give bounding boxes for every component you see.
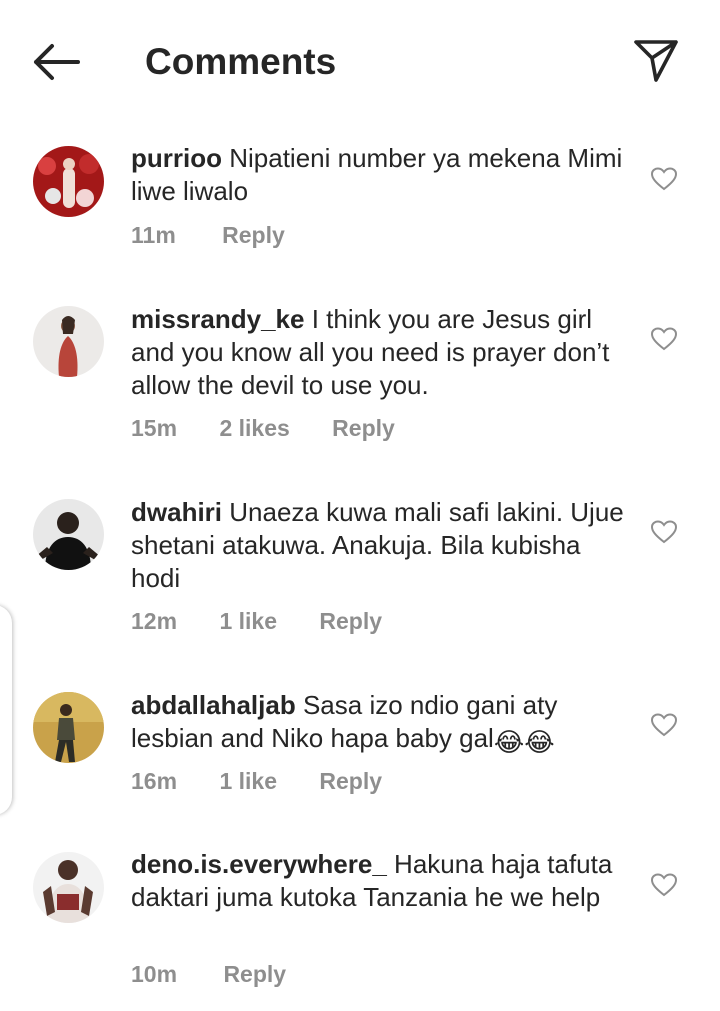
- avatar[interactable]: [33, 499, 104, 570]
- comment-username[interactable]: abdallahaljab: [131, 690, 296, 720]
- avatar[interactable]: [33, 692, 104, 763]
- comment-username[interactable]: missrandy_ke: [131, 304, 304, 334]
- side-drawer-handle[interactable]: [0, 605, 12, 815]
- reply-button[interactable]: Reply: [319, 608, 382, 634]
- heart-icon[interactable]: [651, 520, 677, 544]
- comment-username[interactable]: deno.is.everywhere_: [131, 849, 387, 879]
- heart-icon[interactable]: [651, 327, 677, 351]
- comment-time: 16m: [131, 768, 178, 794]
- laughing-emoji: 😂😂: [493, 727, 555, 757]
- paper-plane-icon[interactable]: [630, 36, 682, 84]
- heart-icon[interactable]: [651, 713, 677, 737]
- comment-time: 12m: [131, 608, 178, 634]
- avatar[interactable]: [33, 852, 104, 923]
- top-bar: Comments: [0, 0, 720, 120]
- likes-count[interactable]: 1 like: [219, 768, 277, 794]
- likes-count[interactable]: 2 likes: [219, 415, 289, 441]
- page-title: Comments: [145, 41, 337, 82]
- reply-button[interactable]: Reply: [319, 768, 382, 794]
- comment-time: 10m: [131, 961, 178, 987]
- avatar[interactable]: [33, 306, 104, 377]
- arrow-left-icon[interactable]: [30, 40, 82, 84]
- reply-button[interactable]: Reply: [223, 961, 286, 987]
- reply-button[interactable]: Reply: [222, 222, 285, 248]
- comment-username[interactable]: purrioo: [131, 143, 222, 173]
- heart-icon[interactable]: [651, 873, 677, 897]
- likes-count[interactable]: 1 like: [219, 608, 277, 634]
- comment-time: 15m: [131, 415, 178, 441]
- avatar[interactable]: [33, 146, 104, 217]
- heart-icon[interactable]: [651, 167, 677, 191]
- comment-username[interactable]: dwahiri: [131, 497, 222, 527]
- reply-button[interactable]: Reply: [332, 415, 395, 441]
- comment-time: 11m: [131, 222, 176, 248]
